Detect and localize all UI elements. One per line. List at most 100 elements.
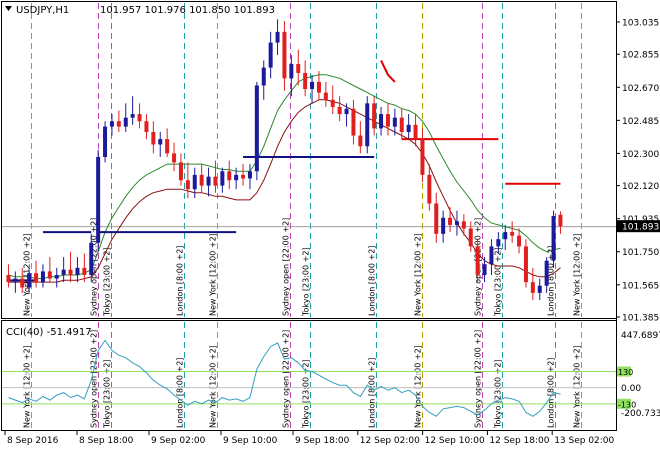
candle[interactable] <box>96 149 101 252</box>
candle-body <box>530 282 535 293</box>
candle-body <box>337 106 342 115</box>
candle-body <box>192 174 197 190</box>
price-tick-label: 102.670 <box>622 84 659 94</box>
candle-body <box>558 214 563 227</box>
candle-body <box>144 121 149 132</box>
candle-body <box>517 235 522 247</box>
candle-body <box>296 64 301 73</box>
candle-body <box>441 217 446 234</box>
cci-level-label: 130 <box>618 368 633 377</box>
session-label: Tokyo [23:00 +2] <box>103 247 112 317</box>
candle-body <box>330 99 335 107</box>
candle-body <box>185 180 190 190</box>
session-label: Tokyo [23:00 +2] <box>103 359 112 429</box>
time-tick-label: 9 Sep 02:00 <box>151 436 206 446</box>
candle-body <box>254 85 259 172</box>
candle[interactable] <box>103 121 108 163</box>
price-tick-label: 102.300 <box>622 150 659 160</box>
candle-body <box>434 203 439 234</box>
time-tick-label: 9 Sep 10:00 <box>223 436 278 446</box>
candle-body <box>468 228 473 247</box>
session-label: New York [12:00 +2] <box>573 345 582 428</box>
cci-tick-label: 0.00 <box>621 384 641 394</box>
session-label: New York [12:00 +2] <box>23 345 32 428</box>
candle-body <box>544 260 549 286</box>
candle-body <box>372 103 377 129</box>
cci-label: CCI(40) -51.4917 <box>6 327 92 338</box>
candle-body <box>220 171 225 186</box>
candle-body <box>13 278 18 283</box>
candle-body <box>413 124 418 140</box>
candle-body <box>310 81 315 90</box>
candle-body <box>496 239 501 247</box>
time-tick-label: 12 Sep 10:00 <box>425 436 485 446</box>
candle-body <box>199 174 204 186</box>
candle-body <box>268 42 273 68</box>
candle-body <box>20 278 25 288</box>
candle[interactable] <box>254 81 259 181</box>
time-tick-label: 8 Sep 2016 <box>7 436 59 446</box>
time-tick-label: 12 Sep 18:00 <box>489 436 549 446</box>
candle-body <box>503 232 508 240</box>
time-tick-label: 8 Sep 18:00 <box>79 436 134 446</box>
candle-body <box>482 264 487 275</box>
session-label: Sydney open [22:00 +2] <box>282 218 291 316</box>
price-tick-label: 101.750 <box>622 248 659 258</box>
cci-level-label: -130 <box>618 400 636 409</box>
candle-body <box>282 31 287 79</box>
candle-body <box>454 221 459 225</box>
candle-body <box>316 81 321 93</box>
candle-body <box>448 217 453 225</box>
session-label: London [8:00 +2] <box>176 246 185 316</box>
candle-body <box>475 246 480 275</box>
chart-window[interactable]: New York [12:00 +2] Sydney open [22:00 +2… <box>0 0 660 450</box>
session-label: London [8:00 +2] <box>368 358 377 428</box>
candle-body <box>234 174 239 181</box>
candle[interactable] <box>551 210 556 268</box>
session-label: Tokyo [23:00 +2] <box>494 359 503 429</box>
session-label: New York [12:00 +2] <box>414 233 423 316</box>
session-label: Sydney open [22:00 +2] <box>282 330 291 428</box>
price-tick-label: 102.485 <box>622 117 659 127</box>
candle-body <box>537 285 542 293</box>
candle-body <box>61 269 66 275</box>
candle-body <box>206 176 211 186</box>
candle-body <box>523 246 528 283</box>
price-tick-label: 101.385 <box>622 314 659 324</box>
candle-body <box>96 156 101 243</box>
cci-tick-label: -200.7335 <box>621 409 660 419</box>
time-tick-label: 13 Sep 02:00 <box>554 436 614 446</box>
candle-body <box>82 267 87 275</box>
candle-body <box>323 92 328 100</box>
candle-body <box>344 108 349 115</box>
candle-body <box>137 114 142 122</box>
price-tick-label: 101.565 <box>622 281 659 291</box>
candle-body <box>358 135 363 147</box>
candle[interactable] <box>365 96 370 154</box>
time-tick-label: 12 Sep 02:00 <box>360 436 420 446</box>
session-label: Tokyo [23:00 +2] <box>302 247 311 317</box>
candle-body <box>6 274 11 283</box>
candle-body <box>103 126 108 157</box>
candle-body <box>275 31 280 43</box>
candle-body <box>385 114 390 127</box>
candle-body <box>34 273 39 283</box>
candle-body <box>399 117 404 132</box>
price-tick-label: 102.120 <box>622 182 659 192</box>
symbol-label: USDJPY,H1 <box>16 5 69 16</box>
candle-body <box>461 221 466 229</box>
candle-body <box>241 174 246 179</box>
candle-body <box>420 139 425 175</box>
candle-body <box>158 139 163 145</box>
candle-body <box>510 232 515 236</box>
candle-body <box>247 171 252 179</box>
candle-body <box>89 242 94 275</box>
candle-body <box>47 271 52 279</box>
session-label: New York [12:00 +2] <box>209 345 218 428</box>
current-price-label: 101.893 <box>622 223 659 233</box>
candle[interactable] <box>523 239 528 288</box>
session-label: Tokyo [23:00 +2] <box>302 359 311 429</box>
session-label: Sydney open [22:00 +2] <box>90 330 99 428</box>
candle-body <box>75 267 80 275</box>
candle-body <box>116 121 121 127</box>
